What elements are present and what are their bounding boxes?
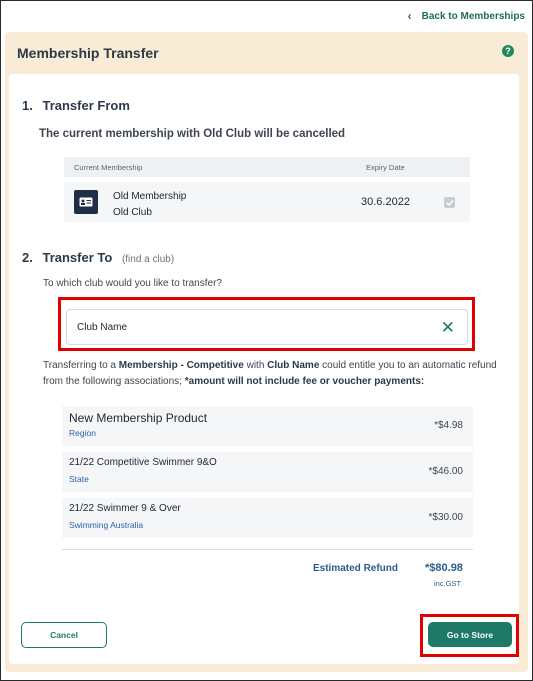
info-note: *amount will not include fee or voucher …	[184, 376, 425, 387]
refund-info-text: Transferring to a Membership - Competiti…	[43, 358, 498, 390]
estimated-refund-value: *$80.98	[425, 562, 463, 574]
close-icon[interactable]: ✕	[441, 319, 455, 336]
cancellation-note: The current membership with Old Club wil…	[39, 128, 346, 140]
transfer-to-heading: 2. Transfer To (find a club)	[22, 250, 174, 265]
section-title: Transfer To	[42, 250, 113, 265]
club-search-input[interactable]: Club Name ✕	[66, 309, 468, 345]
section-title: Transfer From	[42, 98, 130, 113]
column-expiry-date: Expiry Date	[366, 163, 405, 172]
membership-table-header: Current Membership Expiry Date	[64, 157, 470, 177]
expiry-date: 30.6.2022	[361, 196, 410, 208]
refund-product-name: 21/22 Swimmer 9 & Over	[69, 503, 181, 514]
check-icon	[444, 197, 455, 208]
column-current-membership: Current Membership	[74, 163, 143, 172]
table-row: Old Membership Old Club 30.6.2022	[64, 182, 470, 222]
back-link-label: Back to Memberships	[421, 10, 525, 22]
list-item: New Membership Product Region *$4.98	[62, 406, 473, 446]
club-input-value: Club Name	[77, 321, 128, 333]
divider	[62, 549, 473, 550]
cancel-button[interactable]: Cancel	[21, 622, 107, 648]
page-title: Membership Transfer	[17, 45, 159, 61]
info-with: with	[243, 360, 268, 371]
estimated-refund-label: Estimated Refund	[313, 563, 399, 574]
panel-header: Membership Transfer ?	[5, 33, 528, 73]
find-club-hint: (find a club)	[121, 254, 175, 265]
refund-association: Swimming Australia	[69, 520, 144, 530]
list-item: 21/22 Competitive Swimmer 9&O State *$46…	[62, 452, 473, 492]
transfer-from-heading: 1. Transfer From	[22, 98, 130, 113]
gst-note: inc.GST	[434, 579, 462, 588]
back-to-memberships-link[interactable]: ‹ Back to Memberships	[408, 9, 525, 23]
refund-product-name: New Membership Product	[69, 411, 208, 425]
list-item: 21/22 Swimmer 9 & Over Swimming Australi…	[62, 498, 473, 538]
refund-association: State	[69, 474, 89, 484]
info-club: Club Name	[267, 360, 320, 371]
membership-name: Old Membership	[113, 191, 187, 202]
id-card-icon	[74, 190, 98, 214]
chevron-left-icon: ‹	[407, 9, 412, 23]
refund-product-name: 21/22 Competitive Swimmer 9&O	[69, 457, 217, 468]
go-to-store-button[interactable]: Go to Store	[428, 622, 512, 647]
section-number: 2.	[22, 250, 33, 265]
refund-amount: *$46.00	[428, 466, 463, 477]
refund-amount: *$30.00	[428, 512, 463, 523]
refund-amount: *$4.98	[434, 420, 463, 431]
section-number: 1.	[22, 98, 33, 113]
transfer-question: To which club would you like to transfer…	[43, 278, 222, 289]
info-membership: Membership - Competitive	[118, 360, 244, 371]
question-icon[interactable]: ?	[502, 45, 514, 57]
refund-association: Region	[69, 428, 96, 438]
membership-club: Old Club	[113, 207, 152, 218]
info-prefix: Transferring to a	[43, 360, 119, 371]
